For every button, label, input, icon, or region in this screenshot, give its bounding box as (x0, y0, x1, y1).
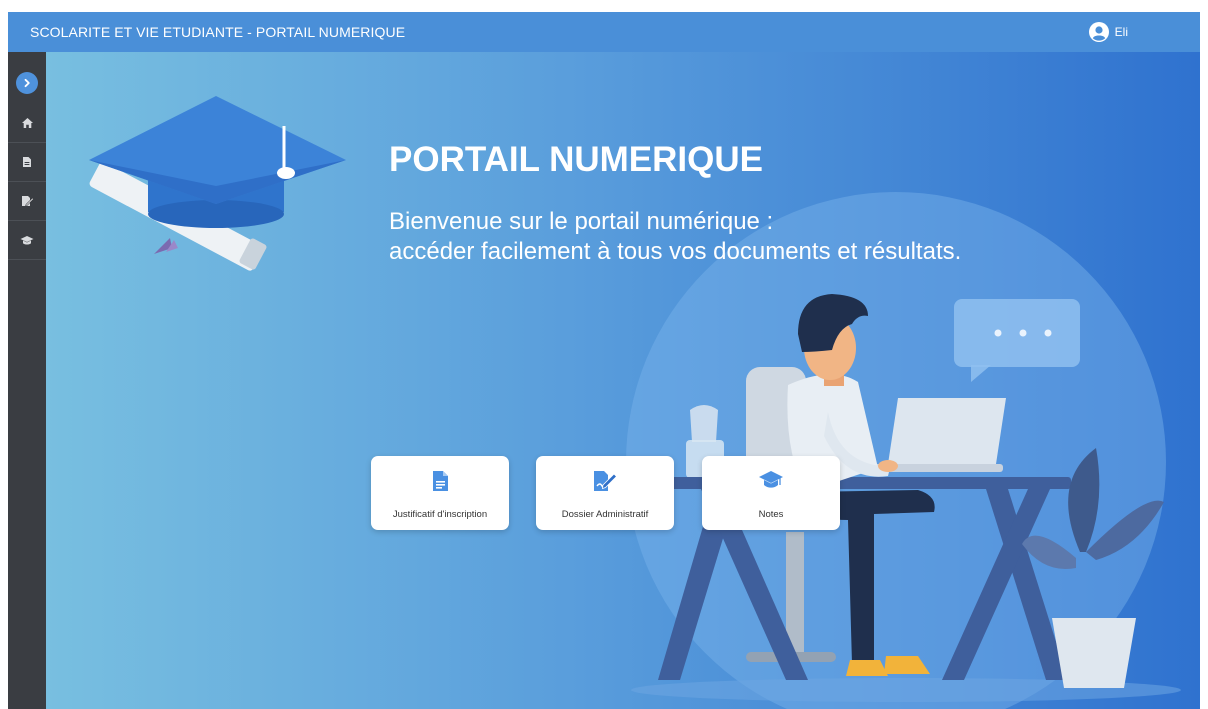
graduation-cap-illustration (89, 96, 346, 271)
card-justificatif-inscription[interactable]: Justificatif d'inscription (371, 456, 509, 530)
hero-subtitle: Bienvenue sur le portail numérique : acc… (389, 207, 961, 267)
card-label: Justificatif d'inscription (392, 509, 488, 520)
document-icon (23, 157, 31, 167)
card-notes[interactable]: Notes (702, 456, 840, 530)
sidebar-item-home[interactable] (8, 104, 46, 143)
document-icon (433, 471, 448, 491)
hero-banner: PORTAIL NUMERIQUE Bienvenue sur le porta… (46, 52, 1200, 709)
home-icon (21, 118, 33, 128)
hero-subtitle-line-2: accéder facilement à tous vos documents … (389, 238, 962, 265)
card-label: Dossier Administratif (561, 509, 649, 520)
signature-document-icon (594, 471, 618, 491)
top-bar: SCOLARITE ET VIE ETUDIANTE - PORTAIL NUM… (8, 12, 1200, 52)
user-menu-button[interactable]: Eli (1088, 21, 1128, 43)
card-dossier-administratif[interactable]: Dossier Administratif (536, 456, 674, 530)
user-name: Eli (1114, 25, 1128, 39)
user-avatar-icon (1088, 22, 1109, 42)
chevron-right-icon (24, 78, 30, 88)
graduation-cap-icon (20, 235, 34, 245)
edit-document-icon (21, 196, 34, 207)
graduation-cap-icon (759, 471, 783, 488)
sidebar (8, 52, 46, 709)
sidebar-item-grades[interactable] (8, 221, 46, 260)
hero-subtitle-line-1: Bienvenue sur le portail numérique : (389, 208, 774, 235)
sidebar-toggle-button[interactable] (8, 64, 46, 102)
card-label: Notes (758, 509, 784, 520)
hero-title: PORTAIL NUMERIQUE (389, 140, 763, 179)
app-title: SCOLARITE ET VIE ETUDIANTE - PORTAIL NUM… (30, 24, 406, 40)
sidebar-item-document[interactable] (8, 143, 46, 182)
sidebar-item-administrative[interactable] (8, 182, 46, 221)
